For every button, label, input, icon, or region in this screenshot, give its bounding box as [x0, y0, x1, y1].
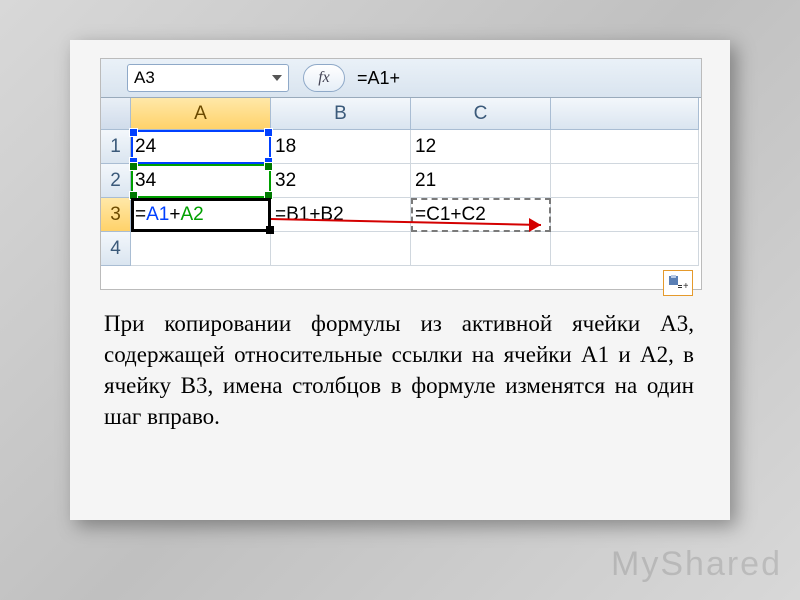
- name-box-value: A3: [134, 68, 155, 88]
- excel-screenshot: A3 fx =A1+ A B C 1 24 18 12 2: [100, 58, 702, 290]
- cell-a1[interactable]: 24: [131, 130, 271, 164]
- a3-ref2: A2: [180, 204, 203, 226]
- cell-c1[interactable]: 12: [411, 130, 551, 164]
- a3-plus: +: [169, 204, 180, 226]
- cell-b4[interactable]: [271, 232, 411, 266]
- cell-a2[interactable]: 34: [131, 164, 271, 198]
- formula-text[interactable]: =A1+: [353, 68, 400, 89]
- cell-d4[interactable]: [551, 232, 699, 266]
- cell-d1[interactable]: [551, 130, 699, 164]
- cell-d2[interactable]: [551, 164, 699, 198]
- formula-bar: A3 fx =A1+: [101, 59, 701, 98]
- paste-options-button[interactable]: +: [663, 270, 693, 296]
- select-all-corner[interactable]: [101, 98, 131, 130]
- cell-c2[interactable]: 21: [411, 164, 551, 198]
- cell-b2[interactable]: 32: [271, 164, 411, 198]
- caption-text: При копировании формулы из активной ячей…: [104, 308, 694, 432]
- col-header-blank[interactable]: [551, 98, 699, 130]
- cell-a4[interactable]: [131, 232, 271, 266]
- row-header-1[interactable]: 1: [101, 130, 131, 164]
- chevron-down-icon[interactable]: [272, 75, 282, 81]
- copy-arrow-icon: [271, 211, 561, 235]
- col-header-a[interactable]: A: [131, 98, 271, 130]
- cell-c4[interactable]: [411, 232, 551, 266]
- col-header-c[interactable]: C: [411, 98, 551, 130]
- spreadsheet-grid[interactable]: A B C 1 24 18 12 2 34 32 21 3 =A1+A2 =B1…: [101, 98, 701, 266]
- slide-card: A3 fx =A1+ A B C 1 24 18 12 2: [70, 40, 730, 520]
- col-header-b[interactable]: B: [271, 98, 411, 130]
- fx-label: fx: [318, 69, 330, 87]
- svg-text:+: +: [683, 281, 688, 291]
- row-header-3[interactable]: 3: [101, 198, 131, 232]
- name-box[interactable]: A3: [127, 64, 289, 92]
- paste-options-icon: +: [668, 275, 688, 291]
- a3-prefix: =: [135, 204, 146, 226]
- row-header-2[interactable]: 2: [101, 164, 131, 198]
- watermark: MyShared: [611, 545, 782, 584]
- fx-button[interactable]: fx: [303, 64, 345, 92]
- cell-d3[interactable]: [551, 198, 699, 232]
- cell-a3[interactable]: =A1+A2: [131, 198, 271, 232]
- a3-ref1: A1: [146, 204, 169, 226]
- cell-b1[interactable]: 18: [271, 130, 411, 164]
- row-header-4[interactable]: 4: [101, 232, 131, 266]
- formula-input-wrap: fx =A1+: [303, 64, 400, 92]
